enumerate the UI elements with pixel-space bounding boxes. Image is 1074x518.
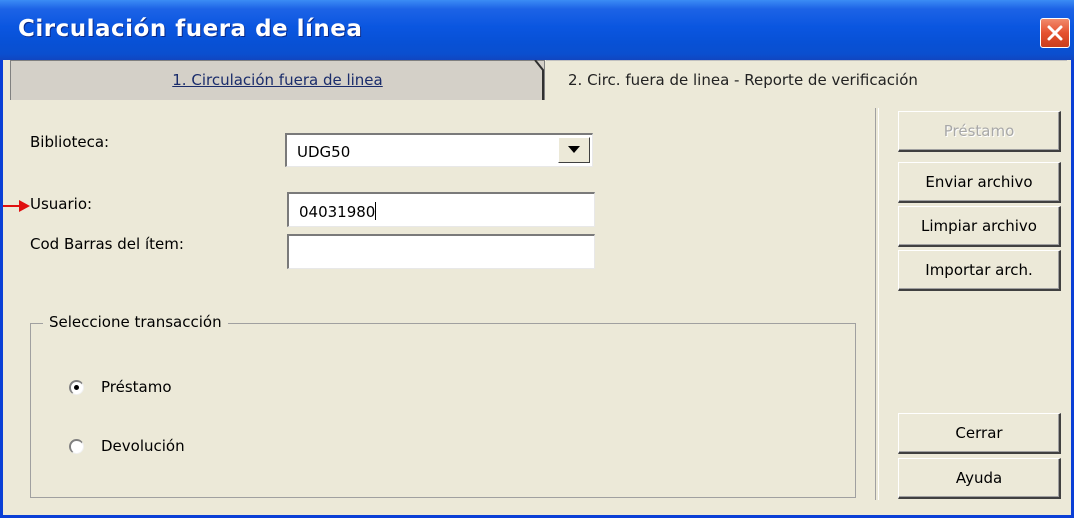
radio-devolucion-button[interactable] [69, 439, 84, 454]
usuario-value: 04031980 [299, 202, 377, 221]
biblioteca-dropdown-button[interactable] [558, 137, 590, 163]
enviar-archivo-button[interactable]: Enviar archivo [898, 162, 1061, 203]
radio-prestamo-button[interactable] [69, 380, 84, 395]
transaction-groupbox: Seleccione transacción Préstamo Devoluci… [30, 313, 856, 498]
red-arrow-pointer-icon [3, 200, 30, 212]
codbarras-label: Cod Barras del ítem: [30, 235, 184, 253]
cerrar-button[interactable]: Cerrar [898, 413, 1061, 454]
transaction-legend: Seleccione transacción [43, 313, 228, 331]
tab-reporte-verificacion[interactable]: 2. Circ. fuera de linea - Reporte de ver… [546, 60, 1067, 100]
window-title: Circulación fuera de línea [18, 16, 363, 42]
tab-circulacion-label: 1. Circulación fuera de linea [172, 71, 383, 89]
tab-reporte-label: 2. Circ. fuera de linea - Reporte de ver… [568, 71, 918, 89]
close-icon [1047, 25, 1063, 41]
prestamo-button[interactable]: Préstamo [898, 111, 1061, 152]
tab-strip: 1. Circulación fuera de linea 2. Circ. f… [3, 60, 1071, 100]
usuario-label: Usuario: [30, 195, 93, 213]
limpiar-archivo-button[interactable]: Limpiar archivo [898, 206, 1061, 247]
chevron-down-icon [568, 146, 580, 153]
title-bar[interactable]: Circulación fuera de línea [0, 0, 1074, 60]
usuario-input[interactable]: 04031980 [287, 192, 595, 227]
importar-archivo-button[interactable]: Importar arch. [898, 250, 1061, 291]
codbarras-input[interactable] [287, 234, 595, 269]
vertical-separator [875, 108, 879, 500]
biblioteca-select[interactable]: UDG50 [285, 133, 593, 167]
radio-prestamo-label: Préstamo [101, 378, 172, 396]
offline-circulation-window: Circulación fuera de línea 1. Circulació… [0, 0, 1074, 518]
tab-circulacion[interactable]: 1. Circulación fuera de linea [10, 60, 545, 100]
close-button[interactable] [1040, 18, 1070, 48]
radio-devolucion-label: Devolución [101, 437, 185, 455]
radio-selected-dot [74, 385, 79, 390]
usuario-value-text: 04031980 [299, 203, 376, 221]
biblioteca-label: Biblioteca: [30, 133, 110, 151]
biblioteca-value: UDG50 [297, 143, 351, 161]
ayuda-button[interactable]: Ayuda [898, 458, 1061, 499]
text-caret [375, 202, 377, 220]
